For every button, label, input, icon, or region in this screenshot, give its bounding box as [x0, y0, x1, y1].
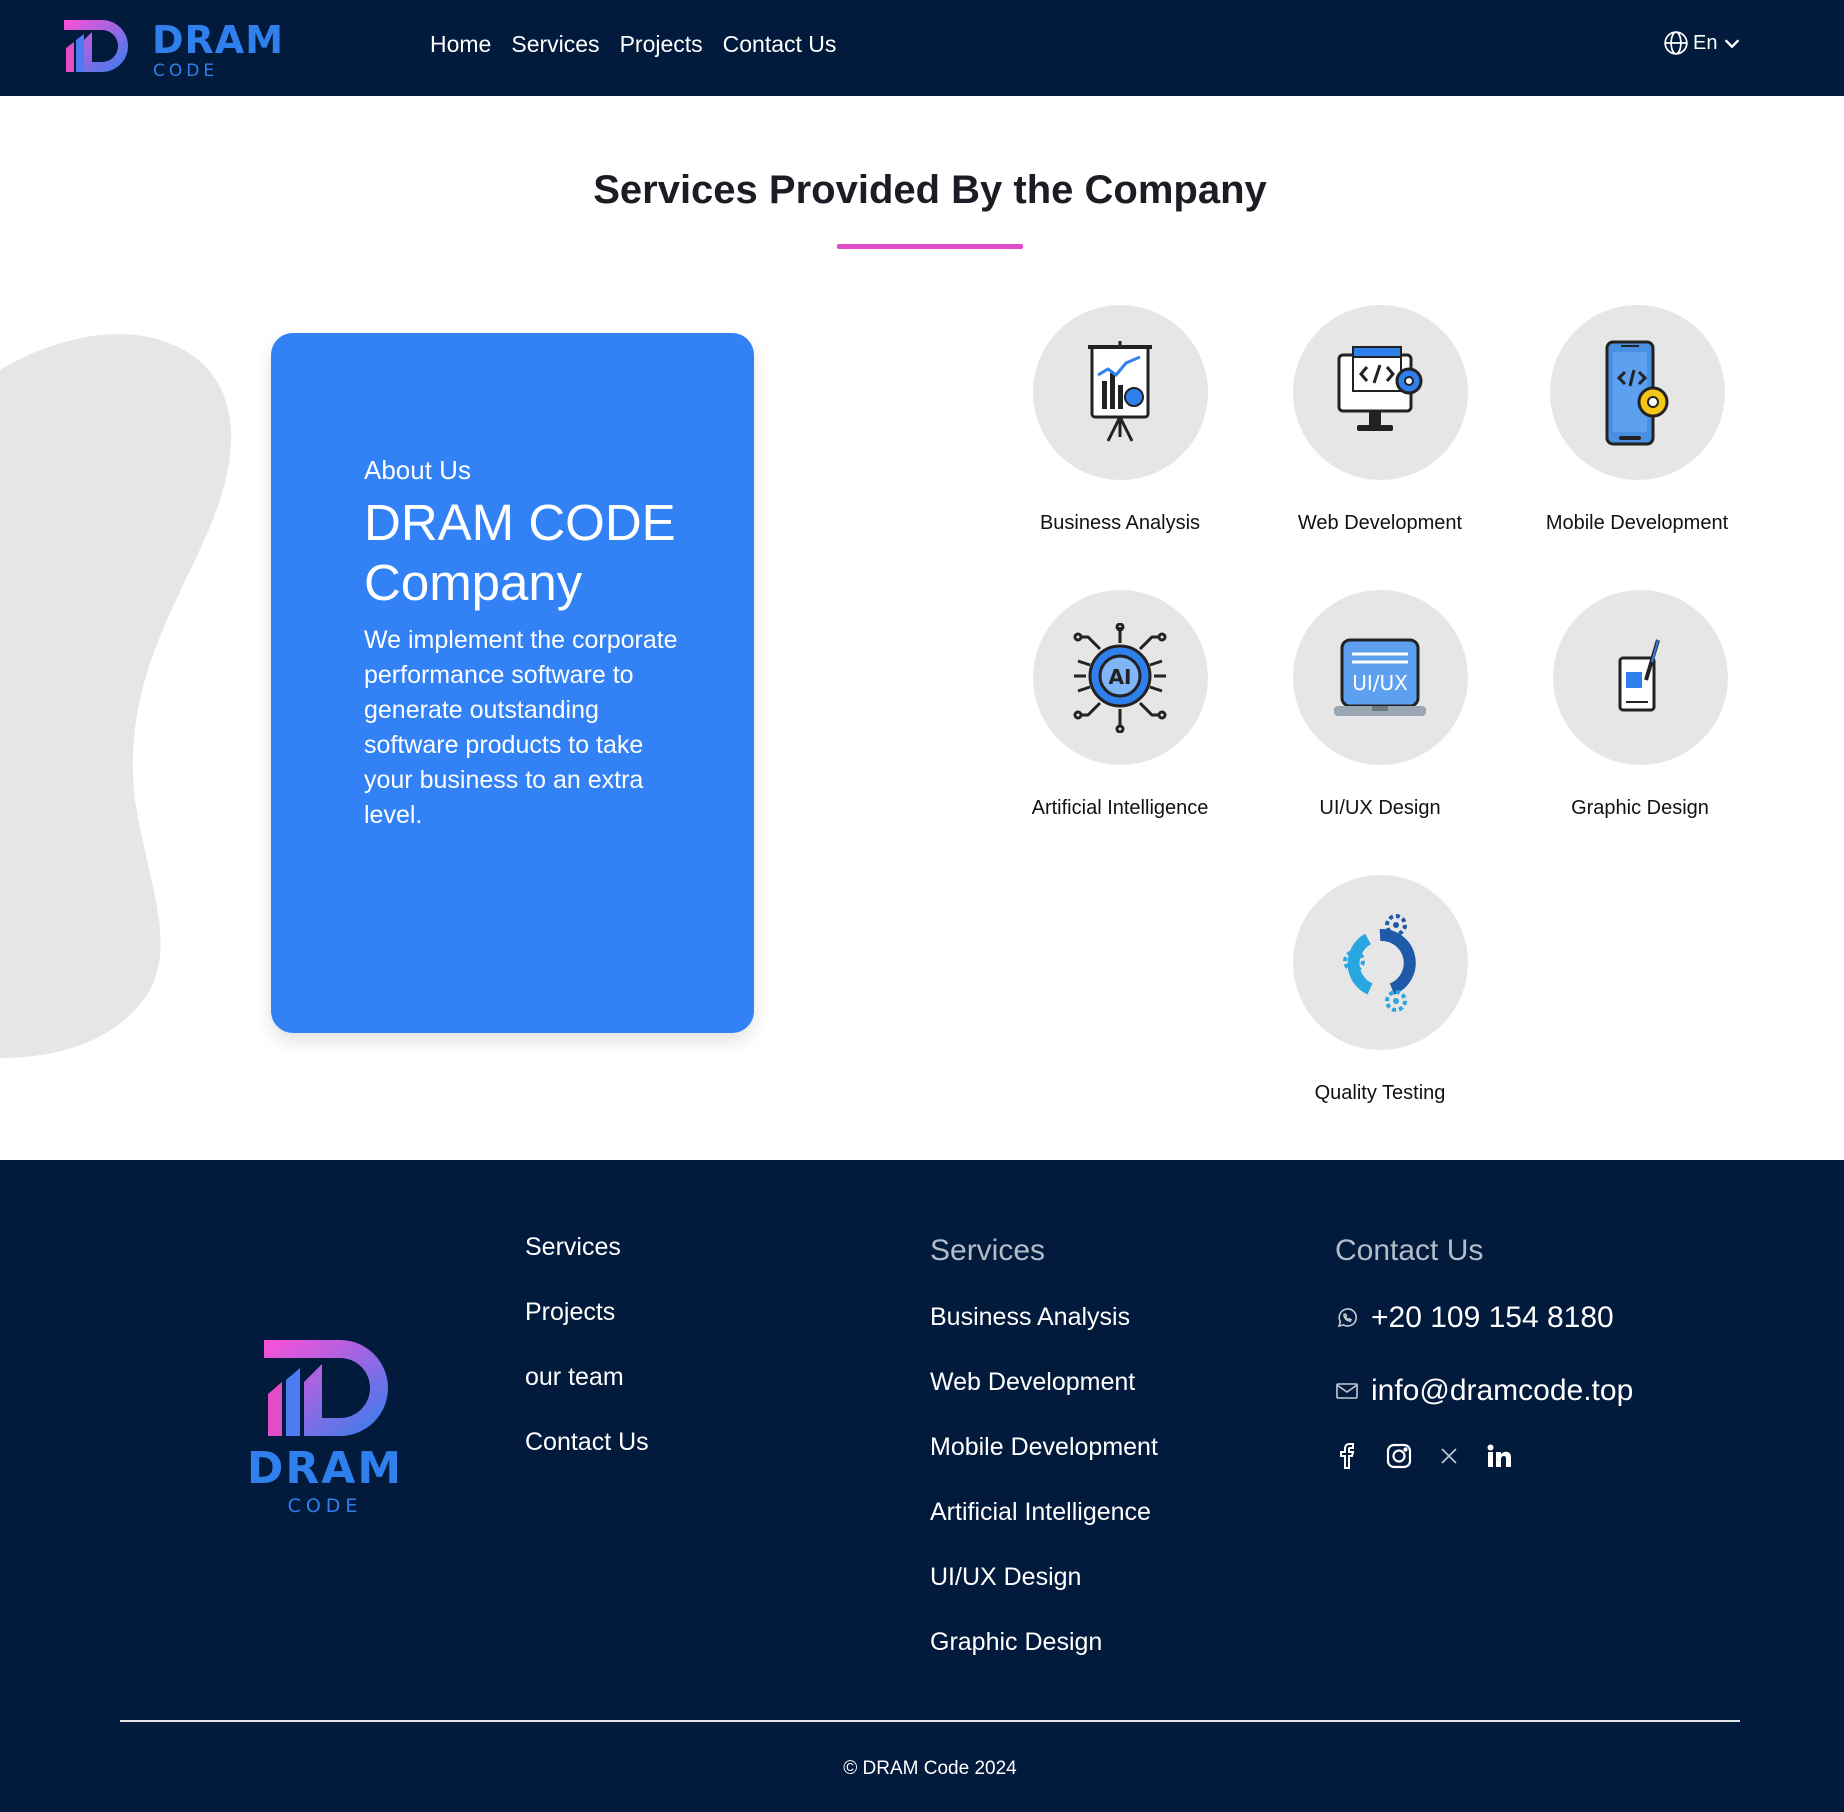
decorative-blob: [0, 334, 232, 1058]
footer-logo-sub: CODE: [287, 1495, 363, 1517]
language-selector[interactable]: En: [1663, 30, 1743, 56]
copyright: © DRAM Code 2024: [843, 1758, 1017, 1779]
section-title: Services Provided By the Company: [593, 168, 1267, 212]
nav-projects[interactable]: Projects: [620, 28, 703, 60]
svg-text:UI/UX: UI/UX: [1352, 671, 1408, 695]
footer-logo[interactable]: DRAM CODE: [240, 1338, 410, 1528]
service-mobile-development[interactable]: Mobile Development: [1507, 305, 1767, 536]
service-web-development[interactable]: Web Development: [1250, 305, 1510, 536]
footer-divider: [120, 1720, 1740, 1722]
service-name: Quality Testing: [1314, 1082, 1446, 1104]
service-artificial-intelligence[interactable]: AI Artificial Intelligence: [990, 590, 1250, 821]
x-icon[interactable]: [1435, 1442, 1463, 1470]
service-quality-testing[interactable]: Quality Testing: [1250, 875, 1510, 1106]
service-name: Business Analysis: [1039, 512, 1201, 534]
instagram-icon[interactable]: [1385, 1442, 1413, 1470]
footer-services: Services Business Analysis Web Developme…: [930, 1232, 1158, 1690]
service-uiux-design[interactable]: UI/UX UI/UX Design: [1250, 590, 1510, 821]
service-icon-circle: [1552, 590, 1728, 765]
service-name: Web Development: [1297, 512, 1463, 534]
about-card: About Us DRAM CODE Company We implement …: [271, 333, 754, 1033]
chevron-down-icon: [1725, 39, 1740, 49]
about-heading: DRAM CODE Company: [364, 494, 676, 611]
about-description: We implement the corporate performance s…: [364, 626, 678, 829]
nav-home[interactable]: Home: [430, 28, 491, 60]
header: DRAM CODE Home Services Projects Contact…: [0, 0, 1844, 96]
language-label: En: [1693, 31, 1718, 54]
phone-link[interactable]: +20 109 154 8180: [1335, 1298, 1633, 1338]
logo-mark-icon: [264, 1340, 388, 1436]
email-address: info@dramcode.top: [1371, 1374, 1634, 1407]
service-name: Graphic Design: [1571, 797, 1709, 819]
service-icon-circle: [1292, 305, 1468, 480]
code-monitor-icon: [1337, 345, 1423, 431]
about-label: About Us: [364, 455, 471, 485]
logo-sub: CODE: [153, 61, 219, 81]
tablet-pen-icon: [1618, 638, 1660, 711]
mobile-code-icon: [1605, 340, 1669, 445]
mail-icon: [1336, 1383, 1358, 1399]
service-icon-circle: [1032, 305, 1208, 480]
nav-services[interactable]: Services: [511, 28, 599, 60]
footer-contact: Contact Us +20 109 154 8180 info@dramcod…: [1335, 1232, 1633, 1470]
footer-service-business-analysis[interactable]: Business Analysis: [930, 1300, 1158, 1334]
presentation-chart-icon: [1088, 340, 1152, 442]
footer-services-title: Services: [930, 1234, 1046, 1267]
footer-service-web-development[interactable]: Web Development: [930, 1365, 1158, 1399]
service-graphic-design[interactable]: Graphic Design: [1510, 590, 1770, 821]
phone-number: +20 109 154 8180: [1371, 1301, 1614, 1334]
uiux-laptop-icon: UI/UX: [1334, 638, 1426, 716]
svg-text:AI: AI: [1109, 665, 1132, 689]
footer: DRAM CODE Services Projects our team Con…: [0, 1160, 1844, 1812]
whatsapp-icon: [1337, 1308, 1357, 1328]
footer-service-artificial-intelligence[interactable]: Artificial Intelligence: [930, 1495, 1158, 1529]
logo-mark-icon: [64, 20, 128, 72]
email-link[interactable]: info@dramcode.top: [1335, 1371, 1633, 1411]
footer-contact-title: Contact Us: [1335, 1234, 1484, 1267]
logo[interactable]: DRAM CODE: [52, 16, 292, 82]
service-icon-circle: [1549, 305, 1725, 480]
facebook-icon[interactable]: [1335, 1442, 1363, 1470]
main-nav: Home Services Projects Contact Us: [430, 28, 836, 60]
footer-link-services[interactable]: Services: [525, 1230, 649, 1264]
title-underline: [837, 244, 1023, 249]
nav-contact-us[interactable]: Contact Us: [723, 28, 837, 60]
logo-word: DRAM: [152, 18, 285, 62]
footer-link-projects[interactable]: Projects: [525, 1295, 649, 1329]
footer-logo-word: DRAM: [246, 1443, 404, 1494]
footer-service-mobile-development[interactable]: Mobile Development: [930, 1430, 1158, 1464]
footer-links: Services Projects our team Contact Us: [525, 1230, 649, 1490]
footer-link-contact-us[interactable]: Contact Us: [525, 1425, 649, 1459]
footer-link-our-team[interactable]: our team: [525, 1360, 649, 1394]
footer-service-uiux-design[interactable]: UI/UX Design: [930, 1560, 1158, 1594]
ai-chip-icon: AI: [1073, 622, 1167, 733]
service-business-analysis[interactable]: Business Analysis: [990, 305, 1250, 536]
service-icon-circle: UI/UX: [1292, 590, 1468, 765]
globe-icon: [1664, 31, 1688, 55]
service-name: Mobile Development: [1545, 512, 1729, 534]
service-name: UI/UX Design: [1319, 797, 1441, 819]
footer-service-graphic-design[interactable]: Graphic Design: [930, 1625, 1158, 1659]
social-links: [1335, 1442, 1633, 1470]
gears-cycle-icon: [1343, 913, 1416, 1012]
service-name: Artificial Intelligence: [1031, 797, 1209, 819]
linkedin-icon[interactable]: [1485, 1442, 1513, 1470]
service-icon-circle: AI: [1032, 590, 1208, 765]
service-icon-circle: [1292, 875, 1468, 1050]
